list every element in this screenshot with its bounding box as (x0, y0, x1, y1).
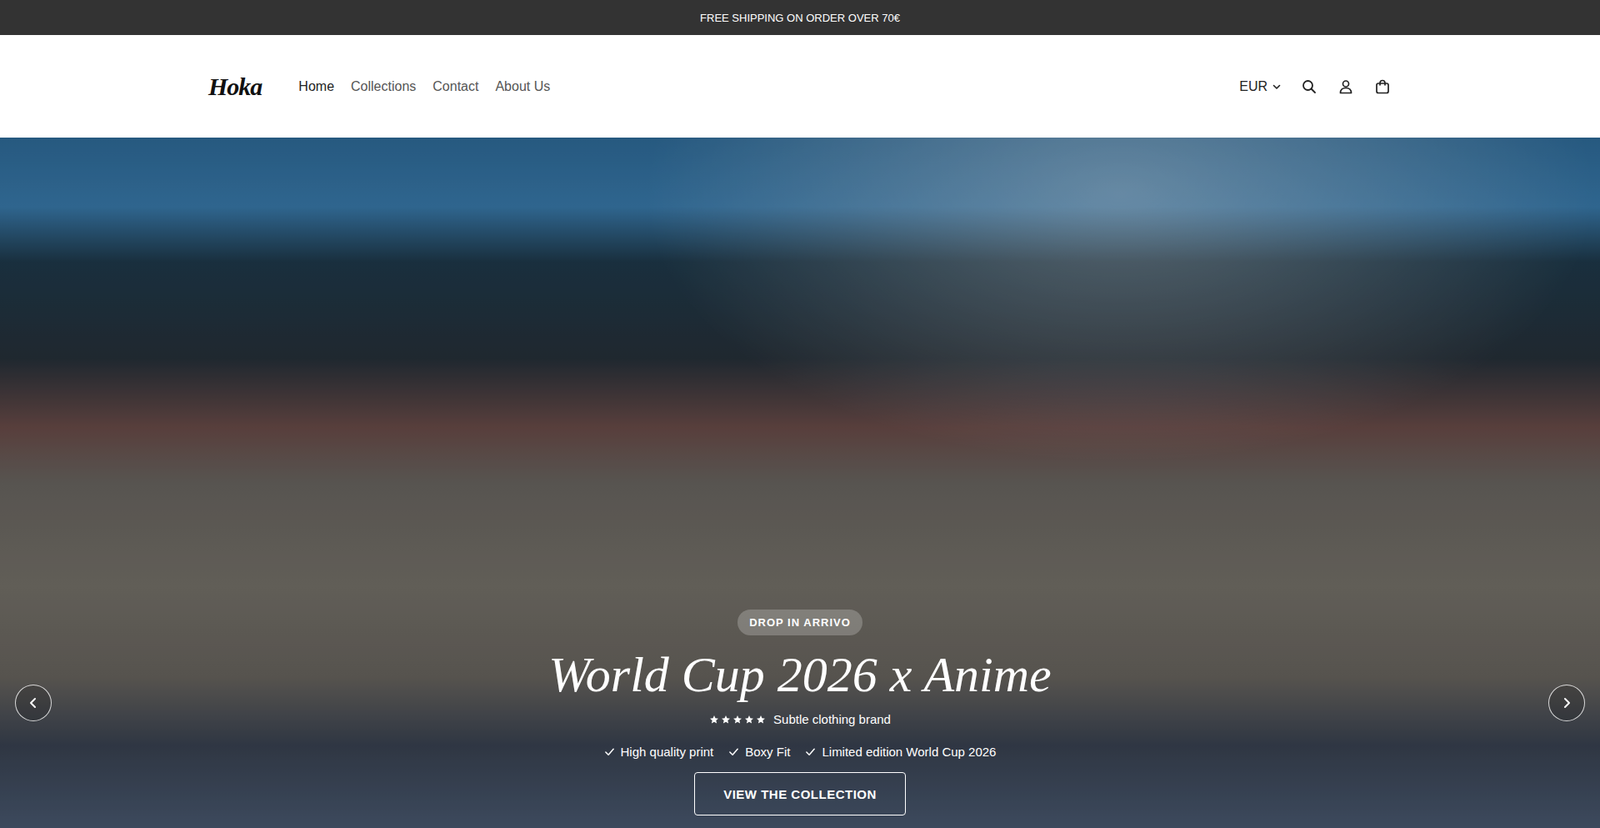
main-nav: Home Collections Contact About Us (298, 79, 550, 95)
check-icon (728, 745, 740, 757)
star-icon (720, 714, 731, 725)
cart-button[interactable] (1373, 77, 1392, 96)
feature-item: Boxy Fit (728, 744, 790, 759)
chevron-right-icon (1560, 695, 1574, 710)
check-icon (805, 745, 816, 757)
hero-title: World Cup 2026 x Anime (548, 646, 1051, 702)
page: FREE SHIPPING ON ORDER OVER 70€ Hoka Home C… (0, 0, 1600, 828)
search-icon (1300, 78, 1318, 95)
star-icon (744, 714, 755, 725)
bag-icon (1374, 78, 1391, 95)
star-icon (709, 714, 720, 725)
check-icon (604, 745, 615, 757)
feature-item: Limited edition World Cup 2026 (805, 744, 996, 759)
hero-badge: DROP IN ARRIVO (737, 609, 863, 635)
prev-slide-button[interactable] (15, 684, 52, 721)
rating: Subtle clothing brand (709, 711, 891, 726)
nav-item[interactable]: Home (298, 79, 335, 95)
tagline: Subtle clothing brand (773, 711, 891, 726)
star-icon (755, 714, 766, 725)
chevron-left-icon (26, 695, 40, 710)
user-icon (1337, 78, 1355, 95)
view-collection-button[interactable]: VIEW THE COLLECTION (694, 771, 906, 815)
hero-slider: DROP IN ARRIVO World Cup 2026 x Anime Subt… (0, 137, 1600, 828)
chevron-down-icon (1271, 81, 1282, 92)
account-button[interactable] (1336, 77, 1355, 96)
currency-selector[interactable]: EUR (1239, 79, 1282, 95)
announcement-bar: FREE SHIPPING ON ORDER OVER 70€ (0, 0, 1600, 35)
nav-item[interactable]: About Us (495, 79, 550, 95)
header: Hoka Home Collections Contact About Us EUR (0, 35, 1600, 138)
feature-item: High quality print (604, 744, 715, 759)
search-button[interactable] (1300, 77, 1319, 96)
announcement-text: FREE SHIPPING ON ORDER OVER 70€ (700, 11, 900, 25)
logo[interactable]: Hoka (208, 72, 262, 101)
feature-list: High quality print Boxy Fit Limited editio… (604, 744, 997, 759)
nav-item[interactable]: Collections (350, 79, 416, 95)
nav-item[interactable]: Contact (432, 79, 479, 95)
next-slide-button[interactable] (1548, 684, 1585, 721)
star-icon (732, 714, 743, 725)
